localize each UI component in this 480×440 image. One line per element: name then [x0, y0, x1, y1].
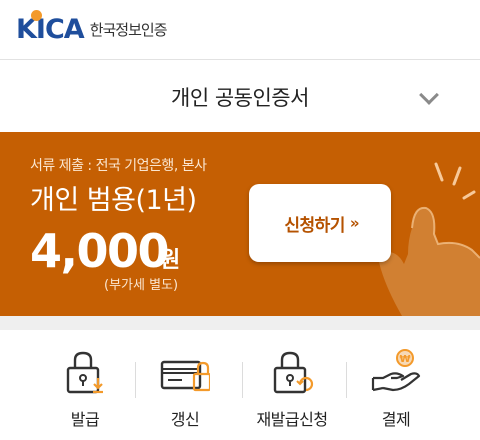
- menu-item-label: 갱신: [170, 410, 200, 429]
- service-menu: 발급 갱신 재발급신청 ₩ 결제: [0, 330, 480, 440]
- menu-item-reissue[interactable]: 재발급신청: [242, 330, 342, 440]
- menu-item-payment[interactable]: ₩ 결제: [346, 330, 446, 440]
- lock-download-icon: [66, 351, 103, 394]
- apply-label: 신청하기: [284, 215, 345, 236]
- kica-logo[interactable]: KICA 한국정보인증: [16, 10, 168, 46]
- menu-item-label: 재발급신청: [256, 410, 328, 429]
- logo-mark: KICA: [16, 10, 85, 46]
- plan-name: 개인 범용(1년): [30, 185, 197, 216]
- apply-button[interactable]: 신청하기 »: [249, 184, 391, 262]
- double-chevron-right-icon: »: [349, 214, 360, 232]
- menu-item-label: 결제: [381, 410, 411, 429]
- menu-item-label: 발급: [70, 410, 100, 429]
- logo-text: 한국정보인증: [89, 21, 168, 39]
- section-divider: [0, 316, 480, 330]
- product-title: 개인 공동인증서: [171, 86, 309, 110]
- price-value: 4,000: [30, 224, 170, 278]
- vat-note: (부가세 별도): [104, 278, 179, 293]
- price-unit: 원: [160, 248, 181, 273]
- product-selector[interactable]: 개인 공동인증서: [0, 60, 480, 132]
- submit-note: 서류 제출 : 전국 기업은행, 본사: [30, 158, 207, 174]
- menu-item-renew[interactable]: 갱신: [135, 330, 235, 440]
- card-lock-icon: [160, 360, 210, 392]
- app-header: KICA 한국정보인증: [0, 0, 480, 60]
- menu-item-issue[interactable]: 발급: [35, 330, 135, 440]
- lock-refresh-icon: [273, 351, 314, 394]
- pricing-banner: 서류 제출 : 전국 기업은행, 본사 개인 범용(1년) 4,000 원 (부…: [0, 132, 480, 316]
- hand-coin-icon: ₩: [371, 349, 421, 392]
- logo-dot-icon: [31, 10, 42, 21]
- svg-text:₩: ₩: [399, 354, 410, 365]
